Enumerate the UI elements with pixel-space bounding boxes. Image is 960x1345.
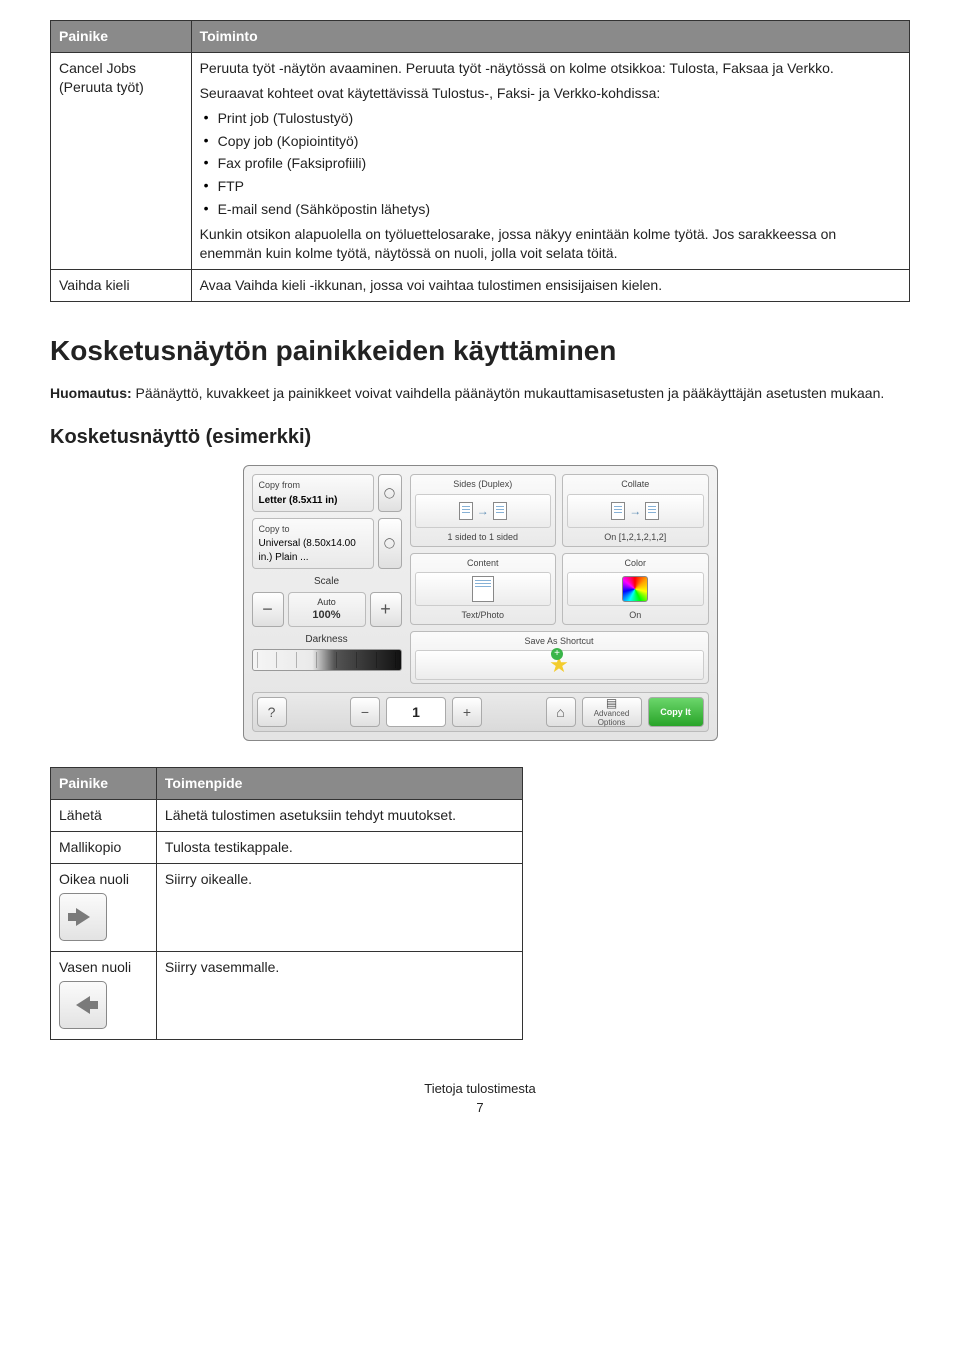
bullet-item: Print job (Tulostustyö) bbox=[200, 109, 901, 128]
t1-r1-c1: Avaa Vaihda kieli -ikkunan, jossa voi va… bbox=[191, 269, 909, 301]
darkness-label: Darkness bbox=[252, 633, 402, 647]
t2-r3-label: Vasen nuoli bbox=[59, 958, 148, 977]
t2-r2-c1: Siirry oikealle. bbox=[156, 863, 522, 951]
subheading: Kosketusnäyttö (esimerkki) bbox=[50, 424, 910, 451]
copy-to-label: Copy to bbox=[259, 523, 367, 535]
scale-auto: Auto bbox=[317, 596, 336, 608]
scale-value: 100% bbox=[312, 608, 340, 623]
t1-r1-c0: Vaihda kieli bbox=[51, 269, 192, 301]
save-label: Save As Shortcut bbox=[524, 635, 593, 647]
bullet-item: Fax profile (Faksiprofiili) bbox=[200, 154, 901, 173]
t2-r2-label: Oikea nuoli bbox=[59, 870, 148, 889]
collate-tile[interactable]: Collate → On [1,2,1,2,1,2] bbox=[562, 474, 709, 546]
copy-from-panel[interactable]: Copy from Letter (8.5x11 in) bbox=[252, 474, 374, 512]
note-text: Päänäyttö, kuvakkeet ja painikkeet voiva… bbox=[132, 385, 885, 401]
sides-icon: → bbox=[415, 494, 552, 528]
note-paragraph: Huomautus: Päänäyttö, kuvakkeet ja paini… bbox=[50, 384, 910, 403]
t2-r0-c1: Lähetä tulostimen asetuksiin tehdyt muut… bbox=[156, 800, 522, 832]
scale-plus-button[interactable]: + bbox=[370, 592, 402, 627]
button-function-table: Painike Toiminto Cancel Jobs (Peruuta ty… bbox=[50, 20, 910, 302]
darkness-slider[interactable] bbox=[252, 649, 402, 671]
bullet-item: E-mail send (Sähköpostin lähetys) bbox=[200, 200, 901, 219]
t1-r0-p2: Seuraavat kohteet ovat käytettävissä Tul… bbox=[200, 84, 901, 103]
color-value: On bbox=[629, 609, 641, 621]
help-button[interactable]: ? bbox=[257, 697, 287, 727]
copy-from-info-icon[interactable]: ◯ bbox=[378, 474, 402, 512]
collate-value: On [1,2,1,2,1,2] bbox=[604, 531, 666, 543]
color-tile[interactable]: Color On bbox=[562, 553, 709, 625]
t1-h1: Toiminto bbox=[191, 21, 909, 53]
t2-r1-c1: Tulosta testikappale. bbox=[156, 831, 522, 863]
copy-from-value: Letter (8.5x11 in) bbox=[259, 494, 367, 508]
footer-title: Tietoja tulostimesta bbox=[50, 1080, 910, 1098]
right-arrow-icon bbox=[59, 893, 107, 941]
copies-plus-button[interactable]: + bbox=[452, 697, 482, 727]
advanced-options-button[interactable]: ▤ Advanced Options bbox=[582, 697, 642, 727]
t2-h0: Painike bbox=[51, 768, 157, 800]
t2-r3-c0: Vasen nuoli bbox=[51, 951, 157, 1039]
copies-value: 1 bbox=[386, 697, 446, 727]
collate-icon: → bbox=[567, 494, 704, 528]
t1-r0-bullets: Print job (Tulostustyö) Copy job (Kopioi… bbox=[200, 109, 901, 219]
bullet-item: Copy job (Kopiointityö) bbox=[200, 132, 901, 151]
section-heading: Kosketusnäytön painikkeiden käyttäminen bbox=[50, 332, 910, 370]
sides-label: Sides (Duplex) bbox=[453, 478, 512, 490]
bullet-item: FTP bbox=[200, 177, 901, 196]
t1-r0-p1: Peruuta työt -näytön avaaminen. Peruuta … bbox=[200, 59, 901, 78]
copy-to-panel[interactable]: Copy to Universal (8.50x14.00 in.) Plain… bbox=[252, 518, 374, 569]
scale-label: Scale bbox=[252, 575, 402, 589]
t1-r0-c0: Cancel Jobs (Peruuta työt) bbox=[51, 52, 192, 269]
content-value: Text/Photo bbox=[461, 609, 504, 621]
t1-r0-c1: Peruuta työt -näytön avaaminen. Peruuta … bbox=[191, 52, 909, 269]
copies-minus-button[interactable]: − bbox=[350, 697, 380, 727]
scale-minus-button[interactable]: − bbox=[252, 592, 284, 627]
color-icon bbox=[567, 572, 704, 606]
button-action-table: Painike Toimenpide Lähetä Lähetä tulosti… bbox=[50, 767, 523, 1039]
home-button[interactable]: ⌂ bbox=[546, 697, 576, 727]
t2-r3-c1: Siirry vasemmalle. bbox=[156, 951, 522, 1039]
note-label: Huomautus: bbox=[50, 385, 132, 401]
touchscreen-example: Copy from Letter (8.5x11 in) ◯ Copy to U… bbox=[243, 465, 718, 741]
t2-r0-c0: Lähetä bbox=[51, 800, 157, 832]
t2-r1-c0: Mallikopio bbox=[51, 831, 157, 863]
t2-h1: Toimenpide bbox=[156, 768, 522, 800]
sides-value: 1 sided to 1 sided bbox=[447, 531, 518, 543]
save-star-icon: ★+ bbox=[415, 650, 704, 680]
t2-r2-c0: Oikea nuoli bbox=[51, 863, 157, 951]
copy-it-button[interactable]: Copy It bbox=[648, 697, 704, 727]
copy-from-label: Copy from bbox=[259, 479, 367, 491]
color-label: Color bbox=[624, 557, 646, 569]
scale-value-panel: Auto 100% bbox=[288, 592, 366, 627]
content-label: Content bbox=[467, 557, 499, 569]
collate-label: Collate bbox=[621, 478, 649, 490]
left-arrow-icon bbox=[59, 981, 107, 1029]
t1-h0: Painike bbox=[51, 21, 192, 53]
copy-to-value: Universal (8.50x14.00 in.) Plain ... bbox=[259, 537, 367, 564]
content-icon bbox=[415, 572, 552, 606]
footer-page-number: 7 bbox=[50, 1099, 910, 1117]
sides-tile[interactable]: Sides (Duplex) → 1 sided to 1 sided bbox=[410, 474, 557, 546]
content-tile[interactable]: Content Text/Photo bbox=[410, 553, 557, 625]
copy-to-info-icon[interactable]: ◯ bbox=[378, 518, 402, 569]
save-shortcut-tile[interactable]: Save As Shortcut ★+ bbox=[410, 631, 709, 684]
page-footer: Tietoja tulostimesta 7 bbox=[50, 1080, 910, 1117]
t1-r0-p3: Kunkin otsikon alapuolella on työluettel… bbox=[200, 225, 901, 263]
